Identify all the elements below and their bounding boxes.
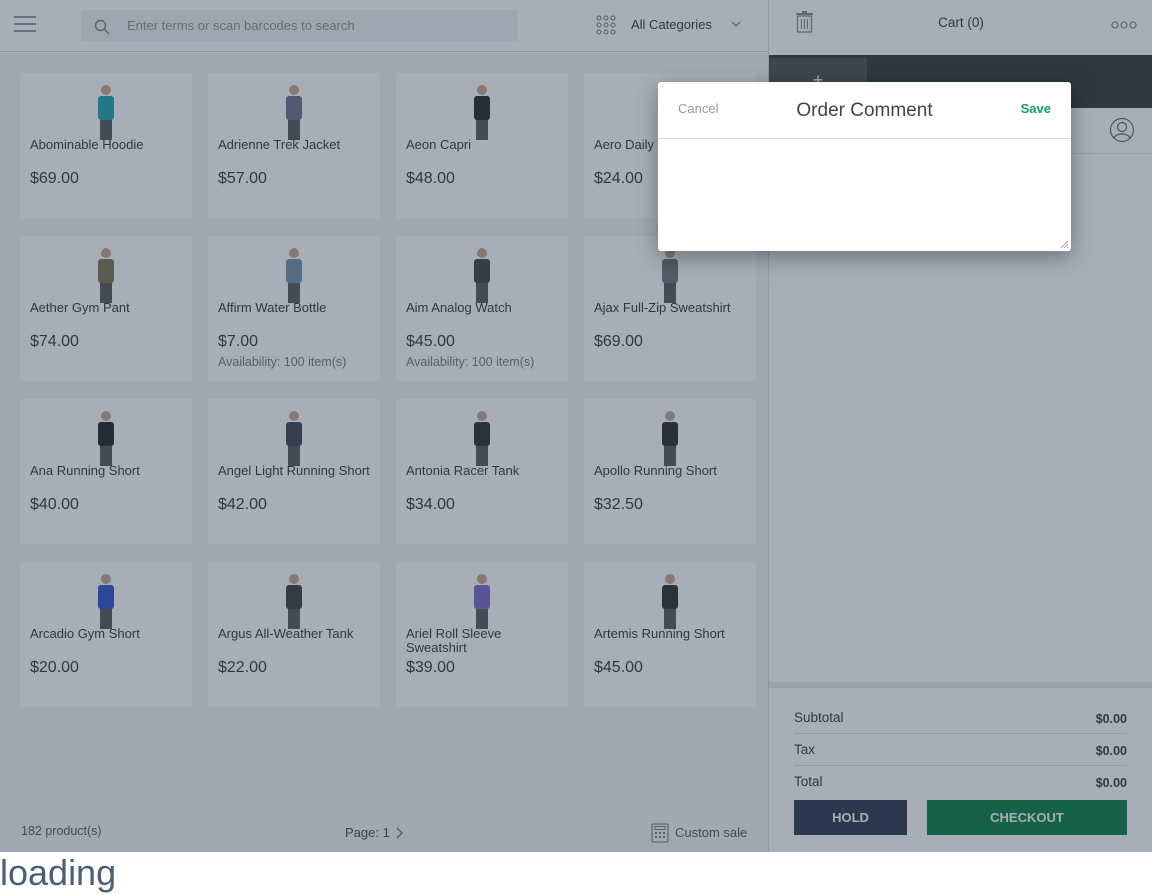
- order-comment-dialog: Cancel Order Comment Save: [658, 82, 1071, 251]
- pos-app: All Categories Abominable Hoodie$69.00Ad…: [0, 0, 1152, 852]
- loading-text: loading: [0, 852, 117, 893]
- resize-grip-icon[interactable]: [1059, 239, 1069, 249]
- dialog-title: Order Comment: [796, 100, 933, 121]
- order-comment-textarea[interactable]: [658, 139, 1071, 251]
- save-button[interactable]: Save: [1021, 101, 1051, 116]
